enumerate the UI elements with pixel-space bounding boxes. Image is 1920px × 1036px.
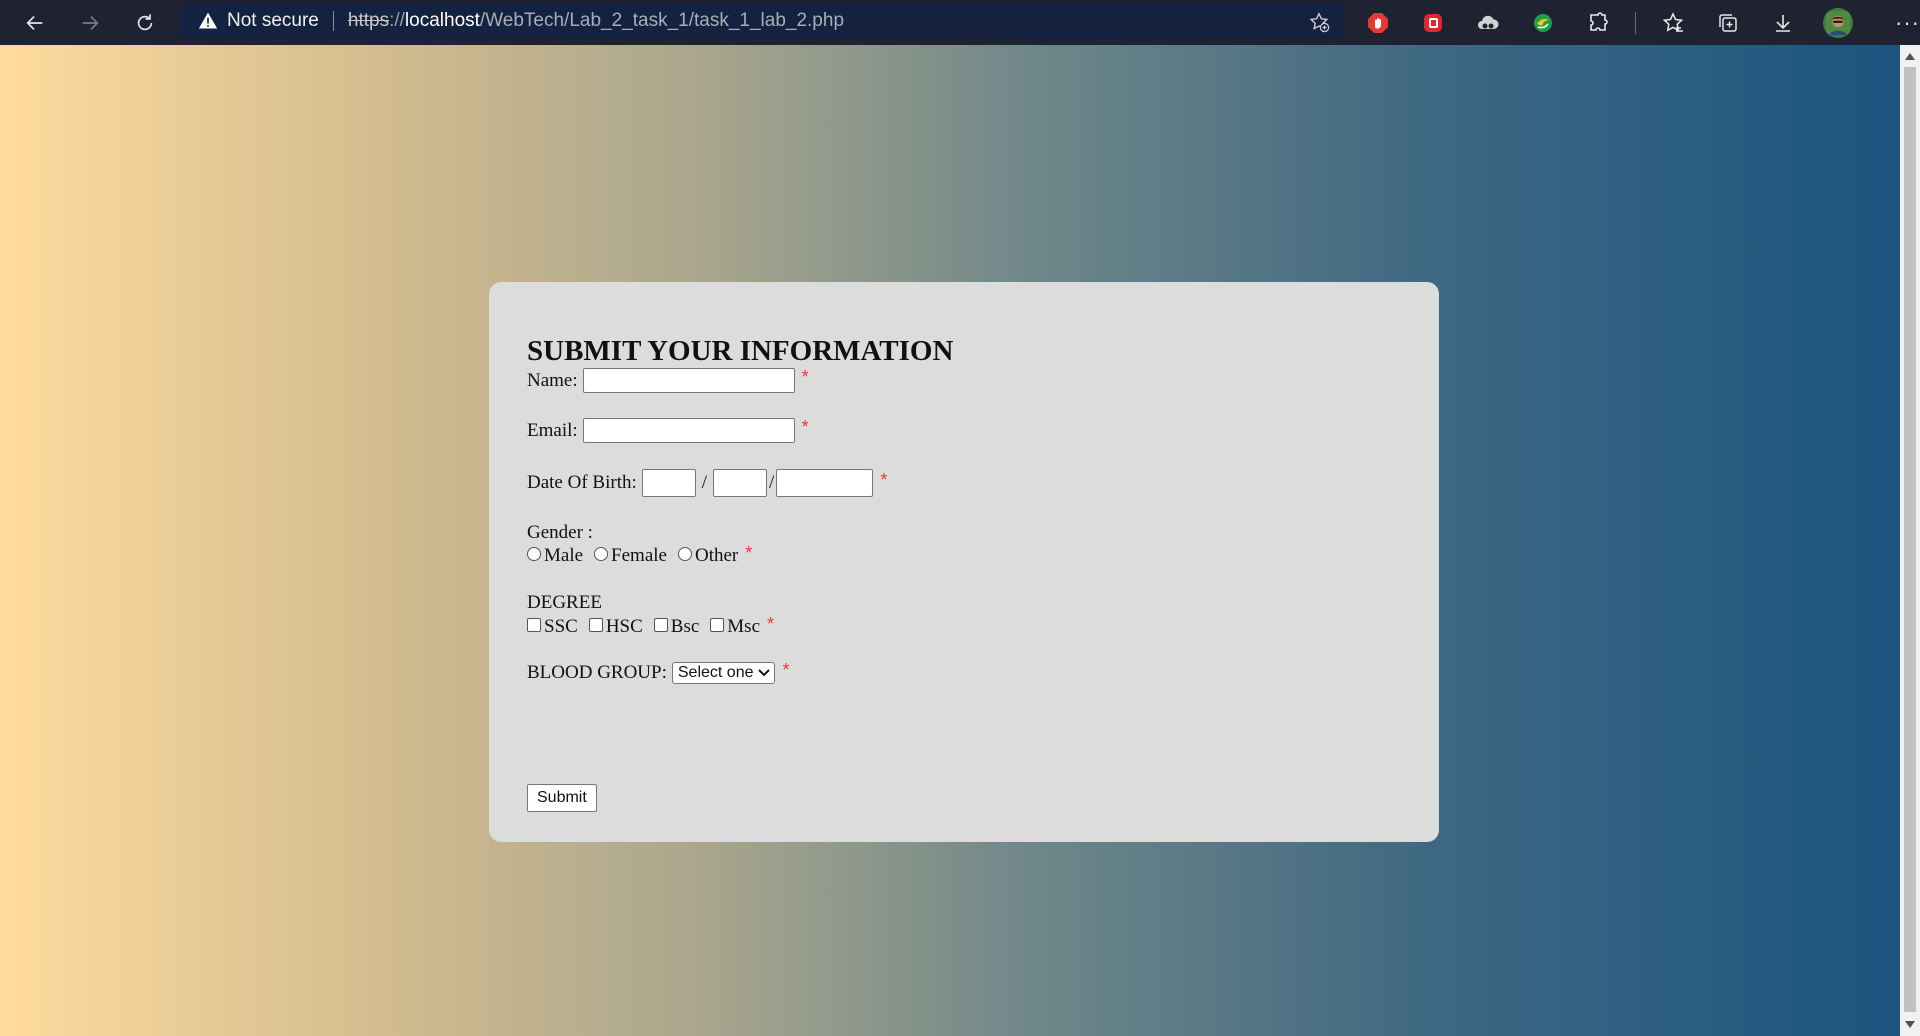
degree-label: DEGREE	[527, 592, 602, 613]
ssc-label: SSC	[544, 616, 578, 637]
email-row: Email: *	[527, 417, 809, 443]
submit-button[interactable]: Submit	[527, 784, 597, 812]
scroll-down-arrow-icon[interactable]	[1905, 1021, 1915, 1028]
dob-label: Date Of Birth:	[527, 472, 637, 493]
required-marker: *	[801, 367, 809, 387]
url-separator: ://	[389, 10, 405, 31]
dob-separator: /	[701, 472, 708, 493]
red-extension-icon[interactable]	[1415, 5, 1451, 41]
bsc-checkbox[interactable]	[653, 618, 668, 632]
degree-options-row: SSC HSC Bsc Msc *	[527, 613, 775, 638]
blood-group-label: BLOOD GROUP:	[527, 662, 667, 683]
hsc-label: HSC	[605, 616, 643, 637]
ssc-checkbox[interactable]	[527, 618, 541, 632]
toolbar-divider	[1635, 11, 1636, 34]
address-bar[interactable]: Not secure https://localhost/WebTech/Lab…	[180, 3, 1344, 39]
bsc-label: Bsc	[670, 616, 700, 637]
browser-toolbar: Not secure https://localhost/WebTech/Lab…	[0, 0, 1920, 45]
degree-option-bsc[interactable]: Bsc	[653, 616, 700, 638]
forward-button[interactable]	[70, 3, 110, 43]
dob-separator: /	[769, 472, 775, 493]
name-row: Name: *	[527, 367, 809, 393]
other-radio[interactable]	[677, 547, 692, 561]
gender-options-row: Male Female Other *	[527, 542, 753, 567]
male-radio[interactable]	[527, 547, 541, 561]
blood-group-row: BLOOD GROUP: Select one *	[527, 659, 790, 684]
add-favorite-icon[interactable]	[1308, 11, 1330, 33]
email-input[interactable]	[582, 418, 795, 443]
dob-row: Date Of Birth: / / *	[527, 469, 887, 497]
name-label: Name:	[527, 369, 578, 391]
degree-option-msc[interactable]: Msc	[710, 616, 760, 638]
dob-year-input[interactable]	[776, 469, 874, 497]
cloud-extension-icon[interactable]	[1470, 5, 1506, 41]
settings-more-button[interactable]: ···	[1895, 10, 1920, 36]
degree-option-hsc[interactable]: HSC	[588, 616, 643, 638]
female-label: Female	[611, 545, 667, 566]
security-status[interactable]: Not secure	[227, 10, 319, 32]
name-input[interactable]	[582, 368, 795, 393]
form-card: SUBMIT YOUR INFORMATION Name: * Email: *…	[489, 282, 1439, 842]
msc-label: Msc	[727, 616, 761, 637]
url-text[interactable]: https://localhost/WebTech/Lab_2_task_1/t…	[348, 10, 844, 32]
collections-icon[interactable]	[1710, 5, 1746, 41]
vertical-scrollbar[interactable]	[1900, 45, 1920, 1036]
dob-month-input[interactable]	[713, 469, 768, 497]
url-path: /WebTech/Lab_2_task_1/task_1_lab_2.php	[479, 10, 845, 31]
back-button[interactable]	[15, 3, 55, 43]
degree-option-ssc[interactable]: SSC	[527, 616, 578, 638]
blood-group-select[interactable]: Select one	[671, 662, 776, 684]
msc-checkbox[interactable]	[710, 618, 725, 632]
download-icon[interactable]	[1765, 5, 1801, 41]
extensions-puzzle-icon[interactable]	[1580, 5, 1616, 41]
back-arrow-icon	[26, 15, 43, 30]
gender-option-female[interactable]: Female	[594, 545, 667, 567]
degree-heading-row: DEGREE	[527, 592, 602, 614]
male-label: Male	[544, 545, 584, 566]
page-background: SUBMIT YOUR INFORMATION Name: * Email: *…	[0, 45, 1900, 1036]
other-label: Other	[694, 545, 739, 566]
refresh-button[interactable]	[125, 3, 165, 43]
hsc-checkbox[interactable]	[588, 618, 603, 632]
gender-label: Gender :	[527, 522, 593, 543]
favorites-icon[interactable]	[1655, 5, 1691, 41]
scroll-up-arrow-icon[interactable]	[1905, 53, 1915, 60]
required-marker: *	[801, 417, 809, 437]
required-marker: *	[767, 613, 775, 634]
grammar-extension-icon[interactable]	[1525, 5, 1561, 41]
female-radio[interactable]	[594, 547, 609, 561]
address-divider	[332, 11, 334, 31]
warning-icon[interactable]	[198, 11, 218, 31]
extensions-area: ···	[1360, 0, 1920, 45]
profile-button[interactable]	[1820, 5, 1856, 41]
required-marker: *	[880, 469, 888, 490]
required-marker: *	[745, 542, 753, 563]
url-host: localhost	[404, 10, 480, 31]
email-label: Email:	[527, 419, 578, 441]
refresh-icon	[137, 13, 153, 30]
chevron-down-icon	[758, 669, 771, 677]
avatar	[1823, 7, 1853, 38]
gender-option-male[interactable]: Male	[527, 545, 583, 567]
gender-option-other[interactable]: Other	[677, 545, 739, 567]
forward-arrow-icon	[82, 15, 99, 30]
form-title: SUBMIT YOUR INFORMATION	[527, 335, 954, 367]
url-scheme: https	[347, 10, 390, 31]
gender-heading-row: Gender :	[527, 522, 593, 544]
blood-group-selected: Select one	[677, 664, 754, 681]
dob-day-input[interactable]	[641, 469, 696, 497]
adblock-extension-icon[interactable]	[1360, 5, 1396, 41]
required-marker: *	[782, 659, 790, 680]
scrollbar-thumb[interactable]	[1904, 67, 1916, 1012]
